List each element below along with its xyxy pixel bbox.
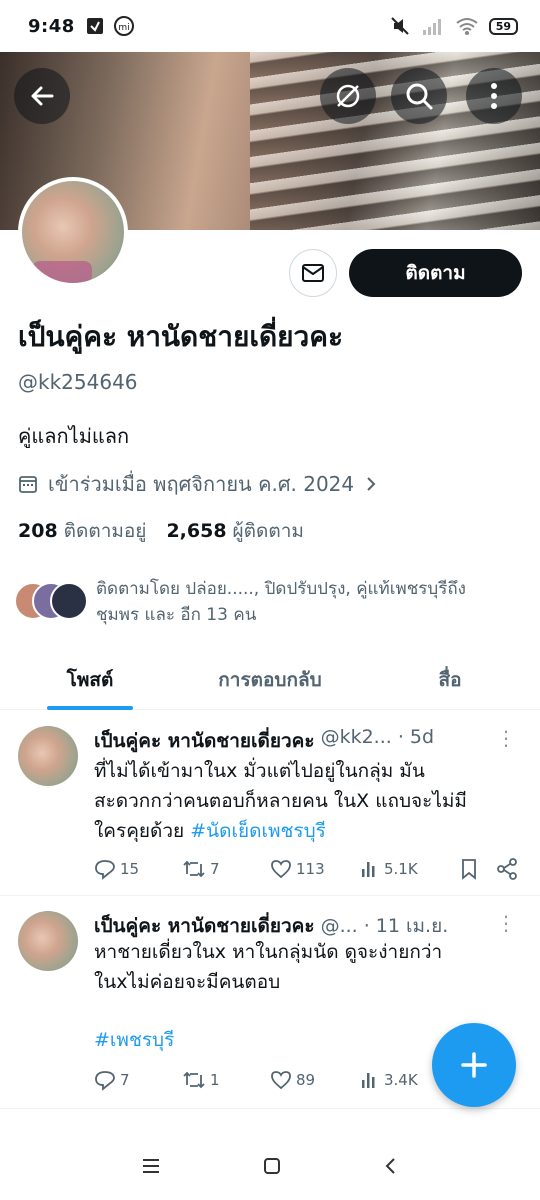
download-notification-icon (86, 18, 103, 34)
hashtag-link[interactable]: #นัดเย็ดเพชรบุรี (190, 820, 326, 842)
heart-icon (271, 860, 291, 879)
reply-button[interactable]: 7 (94, 1069, 182, 1091)
tweet[interactable]: เป็นคู่คะ หานัดชายเดี่ยวคะ @kk2... · 5d … (0, 712, 540, 896)
bookmark-icon (462, 859, 476, 880)
more-vertical-icon (491, 83, 497, 109)
tweet-more-icon[interactable]: ⋮ (496, 911, 516, 935)
bookmark-button[interactable] (460, 858, 496, 880)
tab-media[interactable]: สื่อ (360, 650, 540, 709)
tab-replies[interactable]: การตอบกลับ (180, 650, 360, 709)
signal-icon (422, 19, 441, 35)
wifi-icon (456, 18, 478, 35)
status-time: 9:48 (28, 15, 75, 37)
profile-avatar[interactable] (18, 177, 128, 287)
repost-icon (183, 860, 205, 878)
system-navigation-bar (0, 1132, 540, 1200)
like-button[interactable]: 113 (270, 859, 360, 879)
avatar[interactable] (18, 911, 78, 971)
followed-by[interactable]: ติดตามโดย ปล่อย....., ปิดปรับปรุง, คู่แท… (14, 576, 524, 628)
tweet-more-icon[interactable]: ⋮ (496, 726, 516, 750)
avatar (50, 582, 88, 620)
back-button[interactable] (14, 68, 70, 124)
followed-by-text-more: ชุมพร และ อีก 13 คน (96, 605, 257, 625)
grok-button[interactable] (320, 68, 376, 124)
tweet-actions: 15 7 113 5.1K (94, 858, 524, 880)
svg-text:mi: mi (118, 23, 129, 33)
followed-by-text: ติดตามโดย ปล่อย....., ปิดปรับปรุง, คู่แท… (96, 579, 466, 599)
reply-icon (95, 1071, 115, 1091)
profile-tabs: โพสต์ การตอบกลับ สื่อ (0, 650, 540, 710)
status-bar: 9:48 mi 59 (0, 0, 540, 52)
battery-indicator: 59 (488, 17, 518, 35)
mail-icon (302, 264, 324, 282)
plus-icon (461, 1052, 487, 1078)
joined-date: เข้าร่วมเมื่อ พฤศจิกายน ค.ศ. 2024 (18, 468, 378, 500)
repost-button[interactable]: 7 (182, 858, 270, 880)
reply-button[interactable]: 15 (94, 858, 182, 880)
profile-bio: คู่แลกไม่แลก (18, 424, 130, 448)
tweet-text: ที่ไม่ได้เข้ามาในx มั่วแต่ไปอยู่ในกลุ่ม … (94, 760, 467, 842)
app-notification-icon: mi (113, 16, 134, 36)
follow-button[interactable]: ติดตาม (349, 249, 522, 297)
search-button[interactable] (391, 68, 447, 124)
search-icon (406, 83, 433, 110)
repost-icon (183, 1071, 205, 1089)
follower-avatars (14, 576, 88, 620)
joined-text: เข้าร่วมเมื่อ พฤศจิกายน ค.ศ. 2024 (48, 472, 355, 496)
more-options-button[interactable] (466, 68, 522, 124)
chevron-right-icon[interactable] (364, 475, 378, 493)
views-button[interactable]: 5.1K (360, 859, 460, 879)
display-name: เป็นคู่คะ หานัดชายเดี่ยวคะ (18, 320, 344, 353)
following-stat[interactable]: 208 ติดตามอยู่ (18, 516, 146, 546)
like-button[interactable]: 89 (270, 1070, 360, 1090)
heart-icon (271, 1071, 291, 1090)
views-icon (362, 1073, 375, 1088)
back-arrow-icon (31, 86, 54, 106)
repost-button[interactable]: 1 (182, 1069, 270, 1091)
back-chevron-icon[interactable] (383, 1156, 399, 1176)
views-icon (362, 862, 375, 877)
compose-post-button[interactable] (432, 1023, 516, 1107)
share-button[interactable] (496, 858, 518, 880)
mute-icon (390, 17, 409, 35)
avatar[interactable] (18, 726, 78, 786)
reply-icon (95, 860, 115, 880)
calendar-icon (19, 476, 37, 493)
menu-icon[interactable] (141, 1157, 161, 1175)
grok-icon (336, 84, 360, 108)
share-icon (497, 858, 517, 880)
profile-handle: @kk254646 (18, 370, 138, 394)
tab-posts[interactable]: โพสต์ (0, 650, 180, 709)
followers-stat[interactable]: 2,658 ผู้ติดตาม (166, 516, 303, 546)
follow-stats: 208 ติดตามอยู่ 2,658 ผู้ติดตาม (18, 516, 304, 546)
message-button[interactable] (289, 249, 337, 297)
tweet-meta: @kk2... · 5d (320, 726, 435, 748)
hashtag-link[interactable]: #เพชรบุรี (94, 1029, 174, 1051)
tweet-author-name: เป็นคู่คะ หานัดชายเดี่ยวคะ (94, 730, 315, 752)
home-square-icon[interactable] (262, 1156, 282, 1176)
